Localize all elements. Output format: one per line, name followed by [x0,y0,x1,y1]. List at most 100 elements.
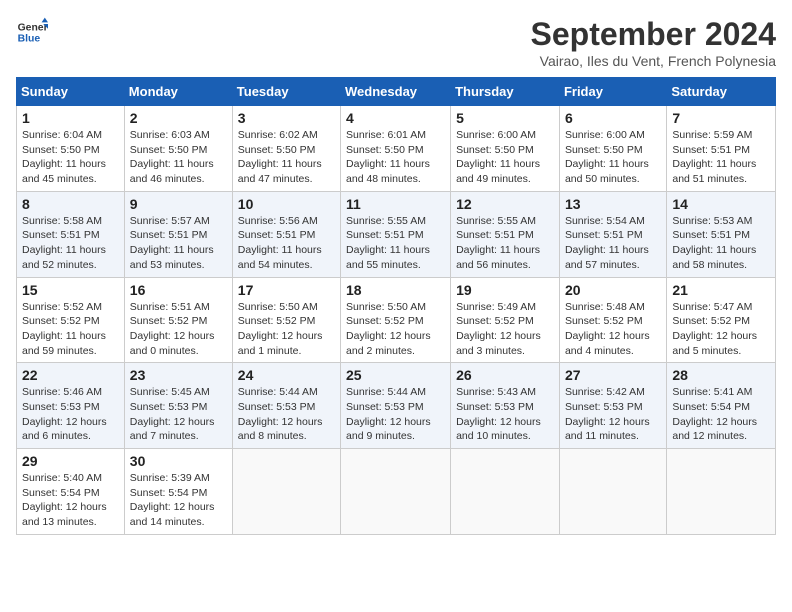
day-info: Sunrise: 5:50 AM Sunset: 5:52 PM Dayligh… [346,300,445,359]
day-info: Sunrise: 5:56 AM Sunset: 5:51 PM Dayligh… [238,214,335,273]
day-info: Sunrise: 5:54 AM Sunset: 5:51 PM Dayligh… [565,214,661,273]
day-number: 5 [456,110,554,126]
day-number: 17 [238,282,335,298]
calendar-cell: 10 Sunrise: 5:56 AM Sunset: 5:51 PM Dayli… [232,191,340,277]
title-area: September 2024 Vairao, Iles du Vent, Fre… [531,16,776,69]
calendar-cell: 1 Sunrise: 6:04 AM Sunset: 5:50 PM Daylig… [17,106,125,192]
weekday-saturday: Saturday [667,78,776,106]
day-number: 22 [22,367,119,383]
day-info: Sunrise: 5:39 AM Sunset: 5:54 PM Dayligh… [130,471,227,530]
weekday-thursday: Thursday [451,78,560,106]
calendar-cell [451,449,560,535]
day-info: Sunrise: 5:55 AM Sunset: 5:51 PM Dayligh… [456,214,554,273]
location-subtitle: Vairao, Iles du Vent, French Polynesia [531,53,776,69]
calendar-table: SundayMondayTuesdayWednesdayThursdayFrid… [16,77,776,535]
calendar-cell: 22 Sunrise: 5:46 AM Sunset: 5:53 PM Dayli… [17,363,125,449]
weekday-friday: Friday [559,78,666,106]
calendar-cell: 12 Sunrise: 5:55 AM Sunset: 5:51 PM Dayli… [451,191,560,277]
logo-icon: General Blue [16,16,48,48]
day-number: 19 [456,282,554,298]
day-number: 4 [346,110,445,126]
day-number: 30 [130,453,227,469]
page-header: General Blue September 2024 Vairao, Iles… [16,16,776,69]
day-number: 26 [456,367,554,383]
day-info: Sunrise: 5:46 AM Sunset: 5:53 PM Dayligh… [22,385,119,444]
day-number: 24 [238,367,335,383]
weekday-sunday: Sunday [17,78,125,106]
calendar-cell: 19 Sunrise: 5:49 AM Sunset: 5:52 PM Dayli… [451,277,560,363]
day-number: 18 [346,282,445,298]
day-info: Sunrise: 5:58 AM Sunset: 5:51 PM Dayligh… [22,214,119,273]
day-info: Sunrise: 5:45 AM Sunset: 5:53 PM Dayligh… [130,385,227,444]
day-number: 20 [565,282,661,298]
calendar-cell: 6Sunrise: 6:00 AM Sunset: 5:50 PM Daylig… [559,106,666,192]
day-number: 1 [22,110,119,126]
day-info: Sunrise: 6:01 AM Sunset: 5:50 PM Dayligh… [346,128,445,187]
day-number: 28 [672,367,770,383]
calendar-cell: 21Sunrise: 5:47 AM Sunset: 5:52 PM Dayli… [667,277,776,363]
calendar-cell: 18 Sunrise: 5:50 AM Sunset: 5:52 PM Dayli… [341,277,451,363]
day-info: Sunrise: 5:44 AM Sunset: 5:53 PM Dayligh… [238,385,335,444]
calendar-cell [559,449,666,535]
day-info: Sunrise: 5:53 AM Sunset: 5:51 PM Dayligh… [672,214,770,273]
day-info: Sunrise: 5:50 AM Sunset: 5:52 PM Dayligh… [238,300,335,359]
calendar-cell: 4 Sunrise: 6:01 AM Sunset: 5:50 PM Daylig… [341,106,451,192]
calendar-cell: 23 Sunrise: 5:45 AM Sunset: 5:53 PM Dayli… [124,363,232,449]
calendar-week-5: 29Sunrise: 5:40 AM Sunset: 5:54 PM Dayli… [17,449,776,535]
day-number: 16 [130,282,227,298]
weekday-tuesday: Tuesday [232,78,340,106]
calendar-cell: 9Sunrise: 5:57 AM Sunset: 5:51 PM Daylig… [124,191,232,277]
day-number: 15 [22,282,119,298]
calendar-week-4: 22 Sunrise: 5:46 AM Sunset: 5:53 PM Dayli… [17,363,776,449]
calendar-cell: 29Sunrise: 5:40 AM Sunset: 5:54 PM Dayli… [17,449,125,535]
day-info: Sunrise: 5:51 AM Sunset: 5:52 PM Dayligh… [130,300,227,359]
day-info: Sunrise: 6:00 AM Sunset: 5:50 PM Dayligh… [456,128,554,187]
calendar-cell: 25 Sunrise: 5:44 AM Sunset: 5:53 PM Dayli… [341,363,451,449]
weekday-wednesday: Wednesday [341,78,451,106]
calendar-cell: 16 Sunrise: 5:51 AM Sunset: 5:52 PM Dayli… [124,277,232,363]
day-number: 3 [238,110,335,126]
day-number: 25 [346,367,445,383]
day-number: 6 [565,110,661,126]
calendar-cell [232,449,340,535]
day-number: 23 [130,367,227,383]
day-info: Sunrise: 5:57 AM Sunset: 5:51 PM Dayligh… [130,214,227,273]
calendar-cell: 14 Sunrise: 5:53 AM Sunset: 5:51 PM Dayli… [667,191,776,277]
day-number: 10 [238,196,335,212]
calendar-cell: 27 Sunrise: 5:42 AM Sunset: 5:53 PM Dayli… [559,363,666,449]
day-info: Sunrise: 5:44 AM Sunset: 5:53 PM Dayligh… [346,385,445,444]
logo: General Blue [16,16,48,48]
day-number: 29 [22,453,119,469]
day-number: 8 [22,196,119,212]
calendar-cell: 7Sunrise: 5:59 AM Sunset: 5:51 PM Daylig… [667,106,776,192]
calendar-week-3: 15 Sunrise: 5:52 AM Sunset: 5:52 PM Dayli… [17,277,776,363]
calendar-cell: 24 Sunrise: 5:44 AM Sunset: 5:53 PM Dayli… [232,363,340,449]
day-info: Sunrise: 5:42 AM Sunset: 5:53 PM Dayligh… [565,385,661,444]
calendar-cell: 20 Sunrise: 5:48 AM Sunset: 5:52 PM Dayli… [559,277,666,363]
calendar-cell: 3Sunrise: 6:02 AM Sunset: 5:50 PM Daylig… [232,106,340,192]
month-title: September 2024 [531,16,776,53]
svg-text:Blue: Blue [18,34,41,45]
day-number: 13 [565,196,661,212]
day-info: Sunrise: 5:43 AM Sunset: 5:53 PM Dayligh… [456,385,554,444]
day-number: 14 [672,196,770,212]
calendar-cell: 15 Sunrise: 5:52 AM Sunset: 5:52 PM Dayli… [17,277,125,363]
day-info: Sunrise: 5:48 AM Sunset: 5:52 PM Dayligh… [565,300,661,359]
calendar-cell: 17 Sunrise: 5:50 AM Sunset: 5:52 PM Dayli… [232,277,340,363]
calendar-body: 1 Sunrise: 6:04 AM Sunset: 5:50 PM Daylig… [17,106,776,535]
day-info: Sunrise: 5:59 AM Sunset: 5:51 PM Dayligh… [672,128,770,187]
day-number: 27 [565,367,661,383]
calendar-week-2: 8 Sunrise: 5:58 AM Sunset: 5:51 PM Daylig… [17,191,776,277]
day-info: Sunrise: 5:49 AM Sunset: 5:52 PM Dayligh… [456,300,554,359]
day-number: 11 [346,196,445,212]
day-number: 2 [130,110,227,126]
calendar-week-1: 1 Sunrise: 6:04 AM Sunset: 5:50 PM Daylig… [17,106,776,192]
calendar-cell [341,449,451,535]
day-info: Sunrise: 6:04 AM Sunset: 5:50 PM Dayligh… [22,128,119,187]
day-info: Sunrise: 5:52 AM Sunset: 5:52 PM Dayligh… [22,300,119,359]
calendar-cell: 8 Sunrise: 5:58 AM Sunset: 5:51 PM Daylig… [17,191,125,277]
calendar-cell: 2Sunrise: 6:03 AM Sunset: 5:50 PM Daylig… [124,106,232,192]
calendar-cell: 30 Sunrise: 5:39 AM Sunset: 5:54 PM Dayli… [124,449,232,535]
weekday-monday: Monday [124,78,232,106]
day-number: 12 [456,196,554,212]
